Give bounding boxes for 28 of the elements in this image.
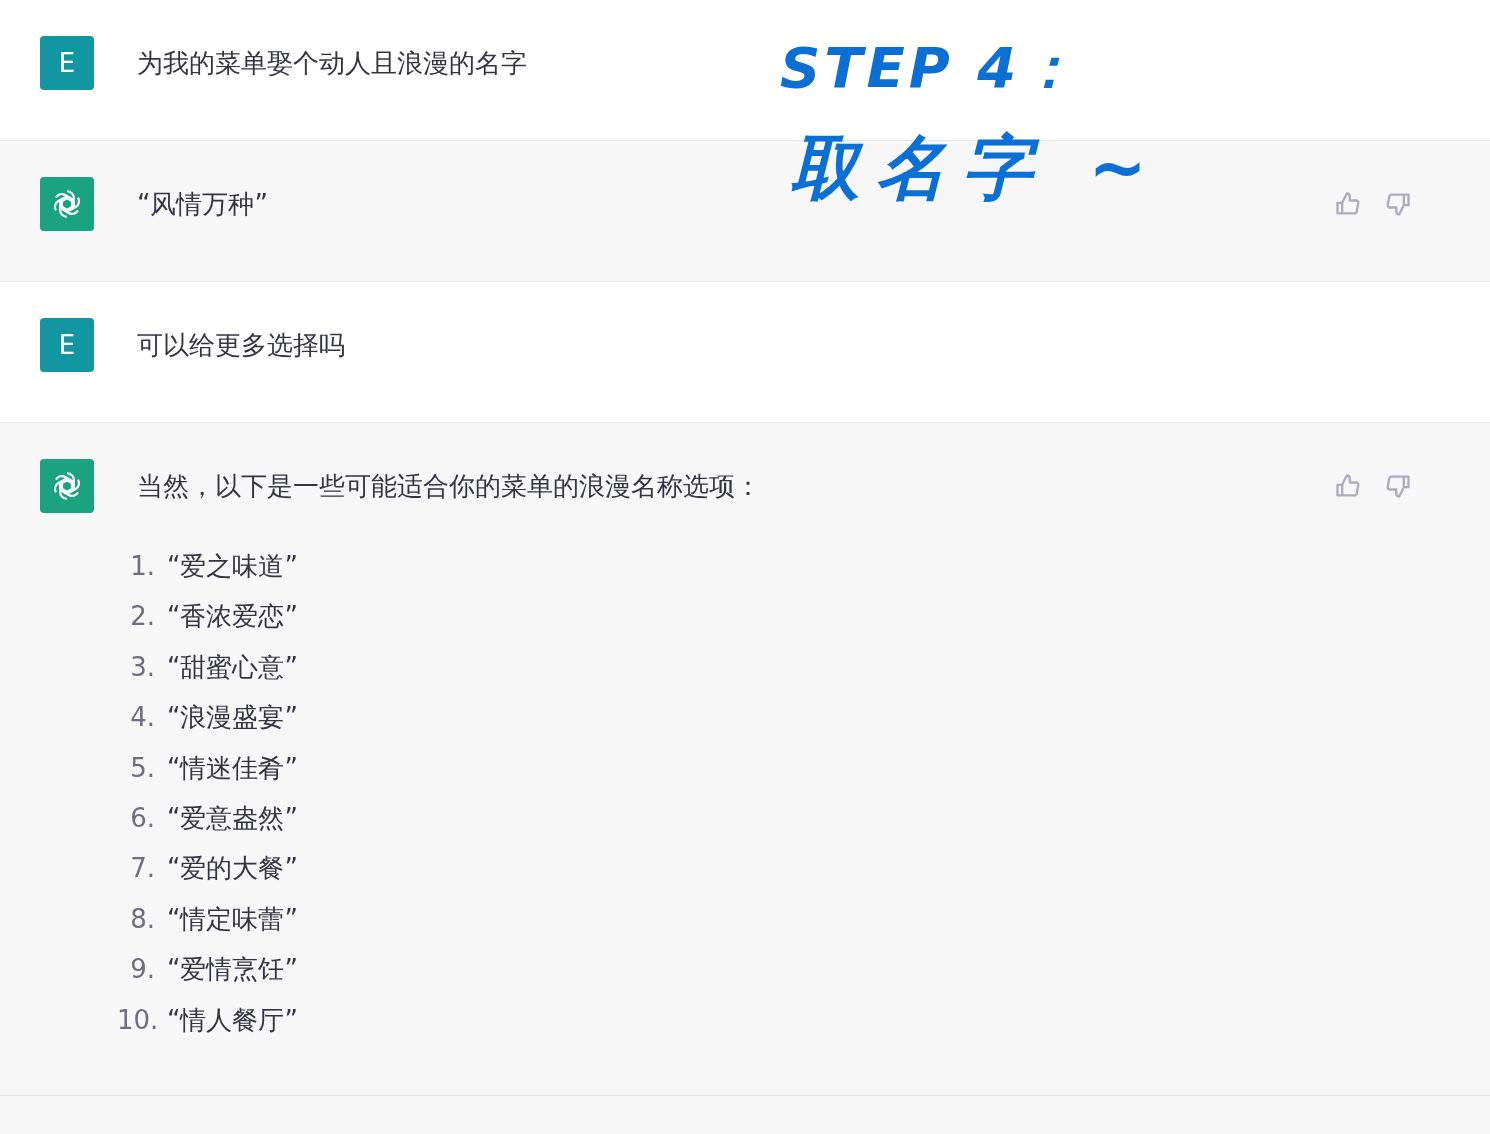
list-number: 7. — [129, 852, 155, 886]
message-text: 可以给更多选择吗 — [137, 329, 345, 362]
list-item-text: “香浓爱恋” — [167, 600, 298, 634]
user-avatar: E — [40, 318, 94, 372]
list-number: 9. — [129, 953, 155, 987]
handwritten-note: STEP 4： — [780, 34, 1082, 102]
message-text: “风情万种” — [137, 188, 268, 221]
message-text: 当然，以下是一些可能适合你的菜单的浪漫名称选项： — [137, 470, 761, 503]
list-number: 1. — [129, 550, 155, 583]
handwritten-note: 取名字 ~ — [790, 126, 1164, 211]
list-number: 5. — [129, 751, 155, 785]
list-item-text: “爱的大餐” — [167, 852, 298, 886]
list-number: 6. — [129, 802, 155, 836]
user-avatar: E — [40, 36, 94, 90]
list-item-text: “爱之味道” — [167, 550, 298, 583]
list-number: 2. — [129, 600, 155, 634]
list-item-text: “爱情烹饪” — [167, 953, 298, 987]
list-item-text: “情人餐厅” — [167, 1003, 298, 1037]
list-item-text: “情迷佳肴” — [167, 751, 298, 785]
list-item-text: “情定味蕾” — [167, 902, 298, 936]
list-number: 4. — [129, 701, 155, 735]
list-item-text: “爱意盎然” — [167, 802, 298, 836]
message-text: 为我的菜单娶个动人且浪漫的名字 — [137, 47, 527, 80]
list-number: 8. — [129, 902, 155, 936]
list-item-text: “甜蜜心意” — [167, 650, 298, 684]
list-item-text: “浪漫盛宴” — [167, 701, 298, 735]
list-number: 10. — [117, 1003, 155, 1037]
list-number: 3. — [129, 650, 155, 684]
